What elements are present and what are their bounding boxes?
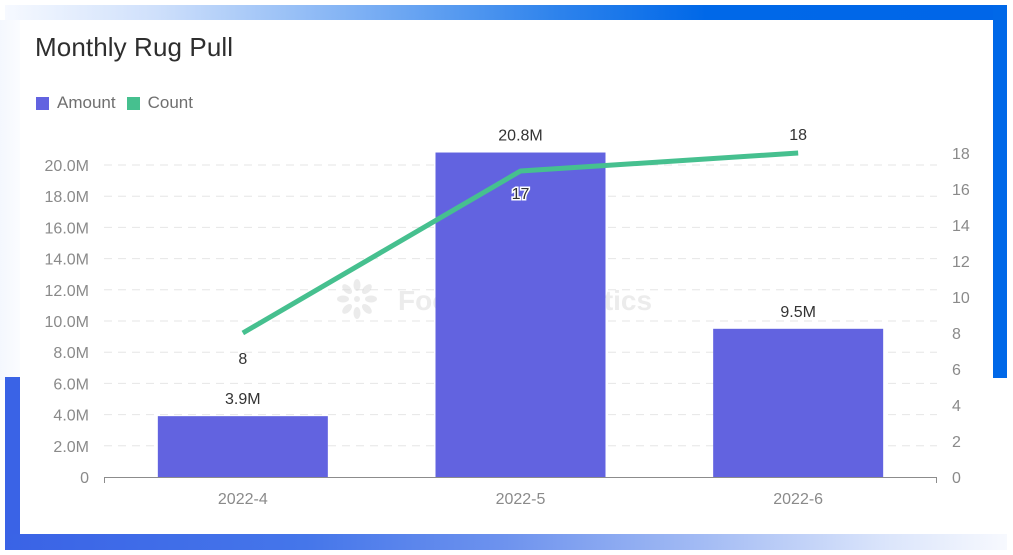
y-left-tick-label: 4.0M <box>53 408 89 425</box>
bar-amount <box>713 328 884 477</box>
y-left-tick-label: 2.0M <box>53 439 89 456</box>
y-left-tick-label: 18.0M <box>45 189 89 206</box>
x-tick-label: 2022-4 <box>218 491 268 508</box>
y-left-tick-label: 8.0M <box>53 345 89 362</box>
y-right-tick-label: 8 <box>952 326 961 343</box>
y-right-tick-label: 18 <box>952 146 970 163</box>
y-left-tick-label: 6.0M <box>53 376 89 393</box>
logo-petal <box>342 303 353 314</box>
chart-plot: Footprint Analytics 02.0M4.0M6.0M8.0M10.… <box>45 127 970 508</box>
y-left-tick-label: 12.0M <box>45 283 89 300</box>
logo-petal <box>353 279 361 291</box>
line-data-label: 8 <box>238 351 247 368</box>
y-right-tick-label: 0 <box>952 470 961 487</box>
y-right-tick-label: 6 <box>952 362 961 379</box>
line-data-label: 18 <box>789 127 807 144</box>
x-tick-label: 2022-6 <box>773 491 823 508</box>
y-left-tick-label: 10.0M <box>45 314 89 331</box>
y-right-tick-label: 10 <box>952 290 970 307</box>
y-left-tick-label: 20.0M <box>45 158 89 175</box>
bar-data-label: 9.5M <box>780 304 816 321</box>
line-data-label: 17 <box>512 186 530 203</box>
logo-petal <box>361 303 372 314</box>
y-right-tick-label: 12 <box>952 254 970 271</box>
logo-petal <box>342 284 353 295</box>
footprint-logo-icon <box>337 279 377 319</box>
logo-petal <box>361 284 372 295</box>
y-right-tick-label: 16 <box>952 182 970 199</box>
bar-data-label: 3.9M <box>225 391 261 408</box>
logo-center <box>354 296 360 302</box>
y-right-tick-label: 14 <box>952 218 970 235</box>
y-right-tick-label: 2 <box>952 434 961 451</box>
bar-data-label: 20.8M <box>498 128 542 145</box>
y-right-tick-label: 4 <box>952 398 961 415</box>
logo-petal <box>353 307 361 319</box>
logo-petal <box>337 295 349 303</box>
logo-petal <box>365 295 377 303</box>
x-tick-label: 2022-5 <box>496 491 546 508</box>
y-left-tick-label: 16.0M <box>45 220 89 237</box>
bar-amount <box>157 416 328 477</box>
y-left-tick-label: 0 <box>80 470 89 487</box>
y-left-tick-label: 14.0M <box>45 252 89 269</box>
